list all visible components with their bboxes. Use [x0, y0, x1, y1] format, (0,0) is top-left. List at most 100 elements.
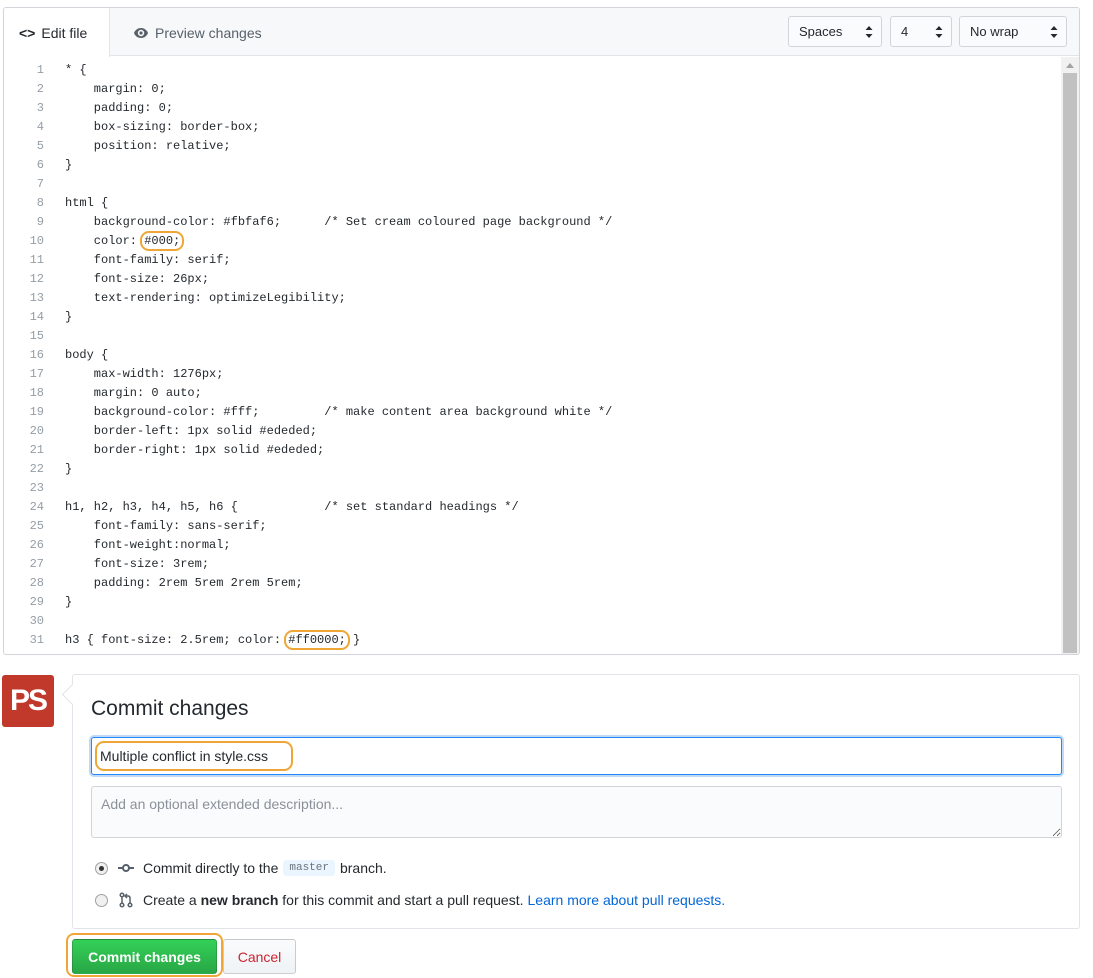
code-line[interactable]: 3 padding: 0;	[4, 99, 1062, 118]
line-number: 23	[29, 481, 44, 495]
code-text: margin: 0;	[65, 82, 166, 96]
code-line[interactable]: 11 font-family: serif;	[4, 251, 1062, 270]
code-text: color:	[65, 234, 145, 248]
commit-new-branch-radio[interactable]	[95, 893, 108, 907]
code-text: position: relative;	[65, 139, 231, 153]
line-number: 10	[29, 234, 44, 248]
new-branch-bold-text: new branch	[200, 892, 279, 908]
commit-new-branch-text: Create a	[143, 892, 201, 908]
line-content: margin: 0;	[65, 80, 166, 99]
code-line[interactable]: 18 margin: 0 auto;	[4, 384, 1062, 403]
line-content: }	[65, 460, 72, 479]
commit-direct-option[interactable]: Commit directly to the master branch.	[95, 858, 387, 878]
line-number: 5	[36, 139, 44, 153]
select-arrows-icon	[1050, 26, 1058, 38]
line-number: 7	[36, 177, 44, 191]
line-content: max-width: 1276px;	[65, 365, 224, 384]
code-line[interactable]: 12 font-size: 26px;	[4, 270, 1062, 289]
line-content: border-right: 1px solid #ededed;	[65, 441, 324, 460]
code-line[interactable]: 31 h3 { font-size: 2.5rem; color: #ff0000…	[4, 630, 1062, 650]
code-line[interactable]: 30	[4, 612, 1062, 631]
code-line[interactable]: 17 max-width: 1276px;	[4, 365, 1062, 384]
scroll-thumb[interactable]	[1063, 73, 1077, 653]
line-number: 28	[29, 576, 44, 590]
indent-mode-value: Spaces	[799, 24, 843, 39]
line-number: 31	[29, 633, 44, 647]
code-line[interactable]: 2 margin: 0;	[4, 80, 1062, 99]
indent-size-value: 4	[901, 24, 909, 39]
line-content: * {	[65, 61, 87, 80]
learn-more-pull-requests-link[interactable]: Learn more about pull requests.	[528, 892, 726, 908]
line-number: 9	[36, 215, 44, 229]
line-content: font-size: 3rem;	[65, 555, 209, 574]
code-line[interactable]: 20 border-left: 1px solid #ededed;	[4, 422, 1062, 441]
tab-edit-file-label: Edit file	[41, 24, 88, 41]
commit-description-input[interactable]	[91, 786, 1062, 838]
line-content: }	[65, 593, 72, 612]
branch-name-badge: master	[283, 860, 335, 876]
code-line[interactable]: 16 body {	[4, 346, 1062, 365]
code-text: }	[65, 310, 73, 324]
line-content: font-size: 26px;	[65, 270, 209, 289]
code-line[interactable]: 1 * {	[4, 61, 1062, 80]
code-line[interactable]: 8 html {	[4, 194, 1062, 213]
code-line[interactable]: 24 h1, h2, h3, h4, h5, h6 { /* set standa…	[4, 498, 1062, 517]
code-line[interactable]: 5 position: relative;	[4, 137, 1062, 156]
code-line[interactable]: 22}	[4, 460, 1062, 479]
code-line[interactable]: 13 text-rendering: optimizeLegibility;	[4, 289, 1062, 308]
code-text: background-color: #fff; /* make content …	[65, 405, 613, 419]
code-line[interactable]: 9 background-color: #fbfaf6; /* Set crea…	[4, 213, 1062, 232]
code-text: }	[345, 633, 361, 647]
code-line[interactable]: 7	[4, 175, 1062, 194]
code-line[interactable]: 19 background-color: #fff; /* make conte…	[4, 403, 1062, 422]
avatar: PS	[2, 675, 54, 727]
code-text: }	[65, 158, 73, 172]
line-number: 20	[29, 424, 44, 438]
code-line[interactable]: 29}	[4, 593, 1062, 612]
code-line[interactable]: 4 box-sizing: border-box;	[4, 118, 1062, 137]
code-line[interactable]: 6}	[4, 156, 1062, 175]
indent-size-select[interactable]: 4	[890, 16, 952, 47]
tab-edit-file[interactable]: <> Edit file	[4, 8, 110, 57]
code-line[interactable]: 26 font-weight:normal;	[4, 536, 1062, 555]
line-number: 4	[36, 120, 44, 134]
commit-new-branch-text-after: for this commit and start a pull request…	[278, 892, 524, 908]
code-line[interactable]: 28 padding: 2rem 5rem 2rem 5rem;	[4, 574, 1062, 593]
code-line[interactable]: 10 color: #000;	[4, 231, 1062, 251]
code-line[interactable]: 14}	[4, 308, 1062, 327]
line-content: }	[65, 308, 72, 327]
line-number: 26	[29, 538, 44, 552]
code-text: box-sizing: border-box;	[65, 120, 260, 134]
code-text: max-width: 1276px;	[65, 367, 224, 381]
code-line[interactable]: 21 border-right: 1px solid #ededed;	[4, 441, 1062, 460]
line-number: 11	[29, 253, 44, 267]
code-icon: <>	[19, 24, 36, 41]
commit-direct-text: Commit directly to the	[143, 860, 279, 876]
code-text: h3 { font-size: 2.5rem; color:	[65, 633, 289, 647]
code-line[interactable]: 15	[4, 327, 1062, 346]
commit-changes-button[interactable]: Commit changes	[72, 939, 217, 974]
code-editor-area[interactable]: 1 * {2 margin: 0; 3 padding: 0; 4 box-sizin…	[4, 57, 1062, 654]
line-number: 21	[29, 443, 44, 457]
line-number: 2	[36, 82, 44, 96]
code-line[interactable]: 23	[4, 479, 1062, 498]
editor-scrollbar[interactable]	[1061, 57, 1079, 654]
line-content: font-weight:normal;	[65, 536, 231, 555]
code-text: }	[65, 595, 73, 609]
line-content: background-color: #fbfaf6; /* Set cream …	[65, 213, 613, 232]
commit-form: Commit changes Commit directly to the ma…	[72, 674, 1080, 929]
editor-header: <> Edit file Preview changes Spaces 4 No…	[4, 8, 1079, 57]
scroll-up-icon[interactable]	[1066, 63, 1074, 68]
tab-preview-changes[interactable]: Preview changes	[117, 8, 278, 57]
cancel-button[interactable]: Cancel	[223, 939, 296, 974]
code-line[interactable]: 27 font-size: 3rem;	[4, 555, 1062, 574]
commit-summary-input[interactable]	[91, 737, 1062, 775]
line-content: margin: 0 auto;	[65, 384, 202, 403]
select-arrows-icon	[935, 26, 943, 38]
indent-mode-select[interactable]: Spaces	[788, 16, 882, 47]
commit-new-branch-option[interactable]: Create a new branch for this commit and …	[95, 890, 725, 910]
commit-direct-radio[interactable]	[95, 861, 108, 875]
line-content: position: relative;	[65, 137, 231, 156]
wrap-mode-select[interactable]: No wrap	[959, 16, 1067, 47]
code-line[interactable]: 25 font-family: sans-serif;	[4, 517, 1062, 536]
